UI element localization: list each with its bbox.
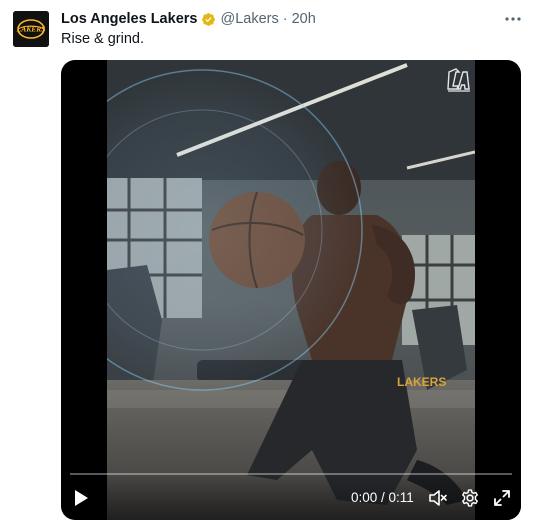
video-progress-bar[interactable] (70, 473, 512, 475)
volume-muted-icon (429, 490, 447, 506)
author-handle[interactable]: @Lakers (220, 11, 278, 27)
gear-icon (462, 489, 478, 507)
tweet-header: Los Angeles Lakers @Lakers · 20h (61, 9, 316, 29)
verified-badge-icon (201, 12, 216, 27)
video-time-display: 0:00 / 0:11 (351, 490, 414, 505)
tweet-timestamp[interactable]: 20h (292, 11, 316, 27)
avatar[interactable]: LAKERS (13, 11, 49, 47)
avatar-logo-text: LAKERS (16, 25, 46, 34)
video-controls-bar (61, 472, 521, 520)
play-icon (75, 490, 88, 506)
video-still-image: LAKERS (107, 60, 475, 520)
expand-icon (494, 490, 510, 506)
play-button[interactable] (69, 486, 93, 510)
lakers-logo-icon: LAKERS (13, 11, 49, 47)
settings-button[interactable] (459, 487, 481, 509)
tweet[interactable]: LAKERS Los Angeles Lakers @Lakers · 20h … (0, 0, 535, 526)
more-horizontal-icon (505, 17, 521, 21)
fullscreen-button[interactable] (491, 487, 513, 509)
tweet-text: Rise & grind. (61, 31, 145, 47)
lakers-watermark-icon (446, 66, 472, 94)
video-player[interactable]: LAKERS 0:00 / 0:11 (61, 60, 521, 520)
video-frame[interactable]: LAKERS (107, 60, 475, 520)
svg-text:LAKERS: LAKERS (397, 375, 446, 389)
separator-dot: · (282, 11, 288, 27)
more-options-button[interactable] (500, 8, 526, 30)
author-name[interactable]: Los Angeles Lakers (61, 11, 197, 27)
mute-button[interactable] (427, 487, 449, 509)
